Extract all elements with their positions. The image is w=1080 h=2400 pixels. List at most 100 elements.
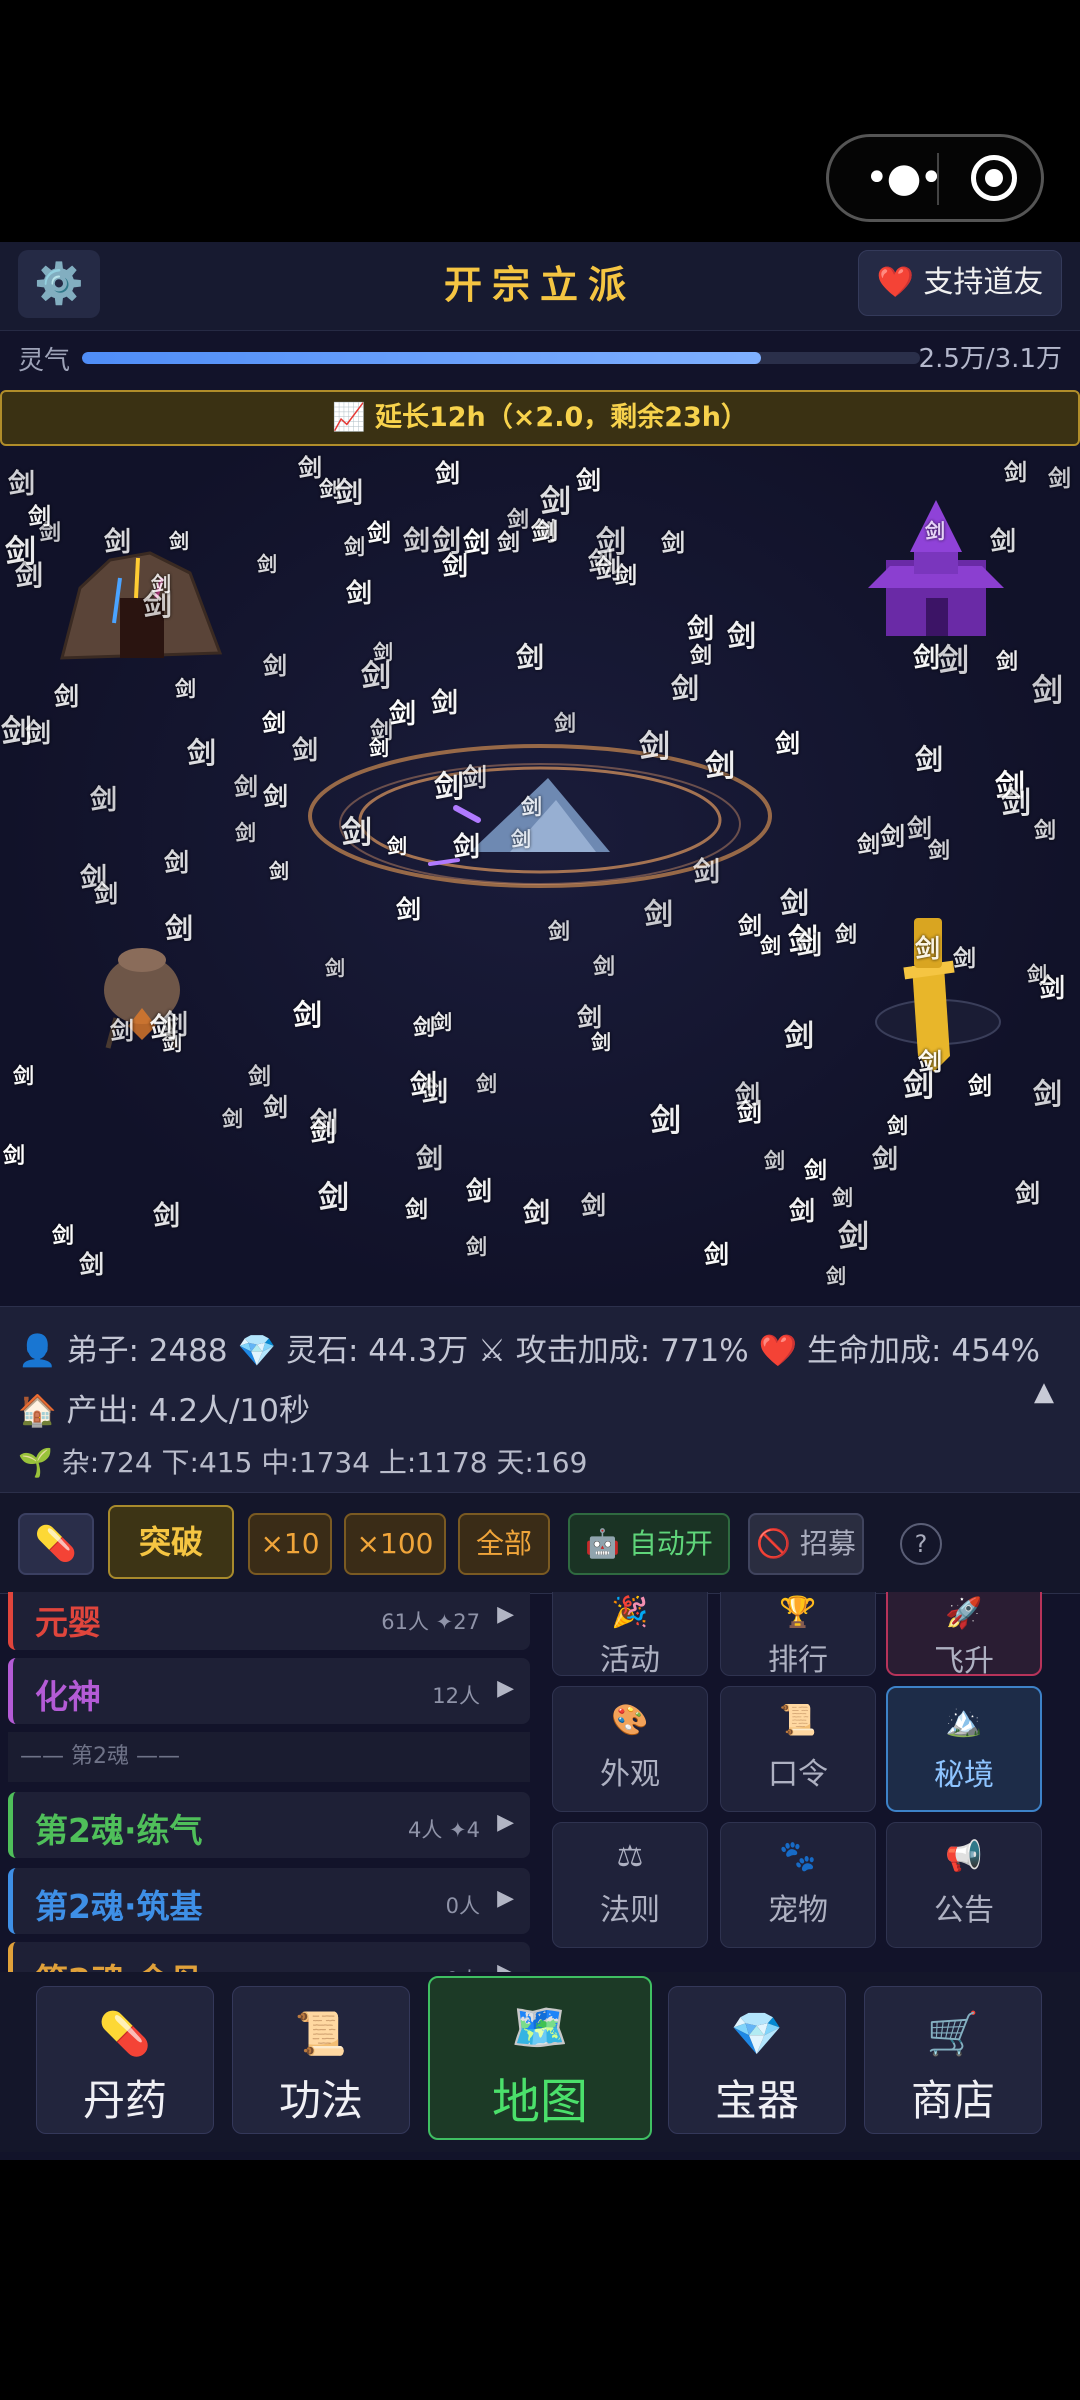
realm-count: 0人 <box>446 1964 480 1972</box>
breakthrough-button[interactable]: 突破 <box>108 1505 234 1579</box>
sword-disciple: 剑 <box>915 934 941 963</box>
sword-disciple: 剑 <box>1048 466 1071 492</box>
breakthrough-all-button[interactable]: 全部 <box>458 1513 550 1575</box>
stats-primary-line: 👤 弟子: 2488 💎 灵石: 44.3万 ⚔ 攻击加成: 771% ❤️ 生… <box>18 1325 1040 1370</box>
sword-disciple: 剑 <box>671 672 700 705</box>
sword-disciple: 剑 <box>466 1177 493 1207</box>
breakthrough-x100-button[interactable]: ×100 <box>344 1513 446 1575</box>
sword-disciple: 剑 <box>367 519 391 547</box>
sword-disciple: 剑 <box>826 1264 846 1288</box>
feature-grid: 🎉 活动 🏆 排行 🚀 飞升 🎨 外观 📜 口令 🏔️ 秘境 ⚖ 法则 🐾 宠物… <box>548 1592 1080 1972</box>
nav-treasures[interactable]: 💎 宝器 <box>668 1986 846 2134</box>
sword-disciple: 剑 <box>835 923 858 948</box>
appearance-button[interactable]: 🎨 外观 <box>552 1686 708 1812</box>
sword-disciple: 剑 <box>466 1235 487 1259</box>
sword-disciple: 剑 <box>54 682 80 711</box>
sword-disciple: 剑 <box>915 743 944 776</box>
sword-disciple: 剑 <box>150 1013 177 1044</box>
sword-disciple: 剑 <box>887 1114 908 1138</box>
output-rate: 🏠 产出: 4.2人/10秒 <box>18 1393 310 1429</box>
sword-disciple: 剑 <box>1001 786 1031 821</box>
sword-disciple: 剑 <box>996 650 1019 675</box>
sword-disciple: 剑 <box>704 1240 730 1269</box>
play-arrow-icon: ▶ <box>497 1602 514 1627</box>
soul-section-divider: —— 第2魂 —— <box>8 1732 530 1782</box>
more-options-icon[interactable]: •●• <box>865 158 943 198</box>
sect-map[interactable]: 剑剑剑剑剑剑剑剑剑剑剑剑剑剑剑剑剑剑剑剑剑剑剑剑剑剑剑剑剑剑剑剑剑剑剑剑剑剑剑剑… <box>0 448 1080 1306</box>
balance-scale-icon: ⚖ <box>616 1839 644 1874</box>
ascend-button[interactable]: 🚀 飞升 <box>886 1592 1042 1679</box>
sword-disciple: 剑 <box>591 1030 611 1054</box>
activity-button[interactable]: 🎉 活动 <box>552 1592 708 1678</box>
sword-disciple: 剑 <box>169 529 189 553</box>
sword-disciple: 剑 <box>257 552 277 576</box>
capsule-divider <box>937 153 939 205</box>
pill-button[interactable]: 💊 <box>18 1513 94 1575</box>
mountain-icon: 🏔️ <box>945 1704 983 1739</box>
ranking-button[interactable]: 🏆 排行 <box>720 1592 876 1678</box>
realm-name: 元婴 <box>35 1603 101 1642</box>
support-button[interactable]: ❤️ 支持道友 <box>858 250 1062 316</box>
attack-bonus: ⚔ 攻击加成: 771% <box>478 1333 749 1369</box>
sword-disciple: 剑 <box>872 1145 899 1175</box>
qi-label: 灵气 <box>18 346 71 376</box>
sword-disciple: 剑 <box>153 1201 180 1232</box>
qi-progress-fill <box>82 352 761 364</box>
sword-disciple: 剑 <box>1004 460 1027 486</box>
sword-disciple: 剑 <box>804 1158 827 1184</box>
pill-icon: 💊 <box>98 2009 152 2058</box>
realm-row-huashen[interactable]: 化神 12人 ▶ <box>8 1658 530 1724</box>
sword-disciple: 剑 <box>789 1197 816 1227</box>
realm-row-soul2-jindan[interactable]: 第2魂·金丹 0人 ▶ <box>8 1942 530 1972</box>
nav-map[interactable]: 🗺️ 地图 <box>428 1976 652 2140</box>
scroll-icon: 📜 <box>294 2009 348 2058</box>
sword-disciple: 剑 <box>263 782 289 811</box>
realm-row-soul2-zhuji[interactable]: 第2魂·筑基 0人 ▶ <box>8 1868 530 1934</box>
sword-disciple: 剑 <box>165 912 194 945</box>
secret-realm-button[interactable]: 🏔️ 秘境 <box>886 1686 1042 1812</box>
sword-disciple: 剑 <box>650 1103 681 1139</box>
sword-disciple: 剑 <box>389 699 416 730</box>
sword-disciple: 剑 <box>775 729 801 758</box>
palette-icon: 🎨 <box>611 1703 649 1738</box>
sword-disciple: 剑 <box>796 931 823 961</box>
announcement-button[interactable]: 📢 公告 <box>886 1822 1042 1948</box>
sword-disciple: 剑 <box>361 659 391 694</box>
password-code-button[interactable]: 📜 口令 <box>720 1686 876 1812</box>
sword-disciple: 剑 <box>907 814 933 843</box>
sword-disciple: 剑 <box>760 934 781 958</box>
sword-disciple: 剑 <box>90 785 117 816</box>
realm-row-soul2-lianqi[interactable]: 第2魂·练气 4人 ✦4 ▶ <box>8 1792 530 1858</box>
sword-disciple: 剑 <box>1034 819 1057 844</box>
realm-name: 第2魂·金丹 <box>35 1954 203 1972</box>
sword-disciple: 剑 <box>925 519 945 543</box>
boost-banner[interactable]: 📈 延长12h（×2.0，剩余23h） <box>0 390 1080 446</box>
collapse-arrow-icon[interactable]: ▲ <box>1034 1377 1054 1407</box>
realm-name: 第2魂·筑基 <box>35 1887 203 1926</box>
sword-disciple: 剑 <box>990 527 1017 557</box>
help-button[interactable]: ? <box>900 1523 942 1565</box>
sect-stats-panel: 👤 弟子: 2488 💎 灵石: 44.3万 ⚔ 攻击加成: 771% ❤️ 生… <box>0 1306 1080 1493</box>
breakthrough-x10-button[interactable]: ×10 <box>248 1513 332 1575</box>
pets-button[interactable]: 🐾 宠物 <box>720 1822 876 1948</box>
nav-shop[interactable]: 🛒 商店 <box>864 1986 1042 2134</box>
sword-disciple: 剑 <box>784 1019 814 1054</box>
top-header: ⚙️ 开宗立派 ❤️ 支持道友 <box>0 242 1080 331</box>
nav-techniques[interactable]: 📜 功法 <box>232 1986 410 2134</box>
realm-list[interactable]: 元婴 61人 ✦27 ▶ 化神 12人 ▶ —— 第2魂 —— 第2魂·练气 4… <box>0 1592 540 1972</box>
realm-row-yuanying[interactable]: 元婴 61人 ✦27 ▶ <box>8 1592 530 1650</box>
auto-toggle-button[interactable]: 🤖 自动开 <box>568 1513 730 1575</box>
sword-disciple: 剑 <box>735 1080 761 1109</box>
sword-disciple: 剑 <box>880 822 906 851</box>
sword-disciple: 剑 <box>3 1144 26 1169</box>
nav-pills[interactable]: 💊 丹药 <box>36 1986 214 2134</box>
laws-button[interactable]: ⚖ 法则 <box>552 1822 708 1948</box>
close-miniprogram-icon[interactable] <box>971 155 1017 201</box>
sword-disciple: 剑 <box>52 1224 75 1249</box>
realm-name: 第2魂·练气 <box>35 1811 203 1850</box>
recruit-button[interactable]: 🚫 招募 <box>748 1513 864 1575</box>
sword-disciple: 剑 <box>838 1219 869 1255</box>
sword-disciple: 剑 <box>293 998 323 1032</box>
qi-progress-row: 灵气 2.5万/3.1万 <box>0 330 1080 384</box>
sword-disciple: 剑 <box>913 643 940 674</box>
